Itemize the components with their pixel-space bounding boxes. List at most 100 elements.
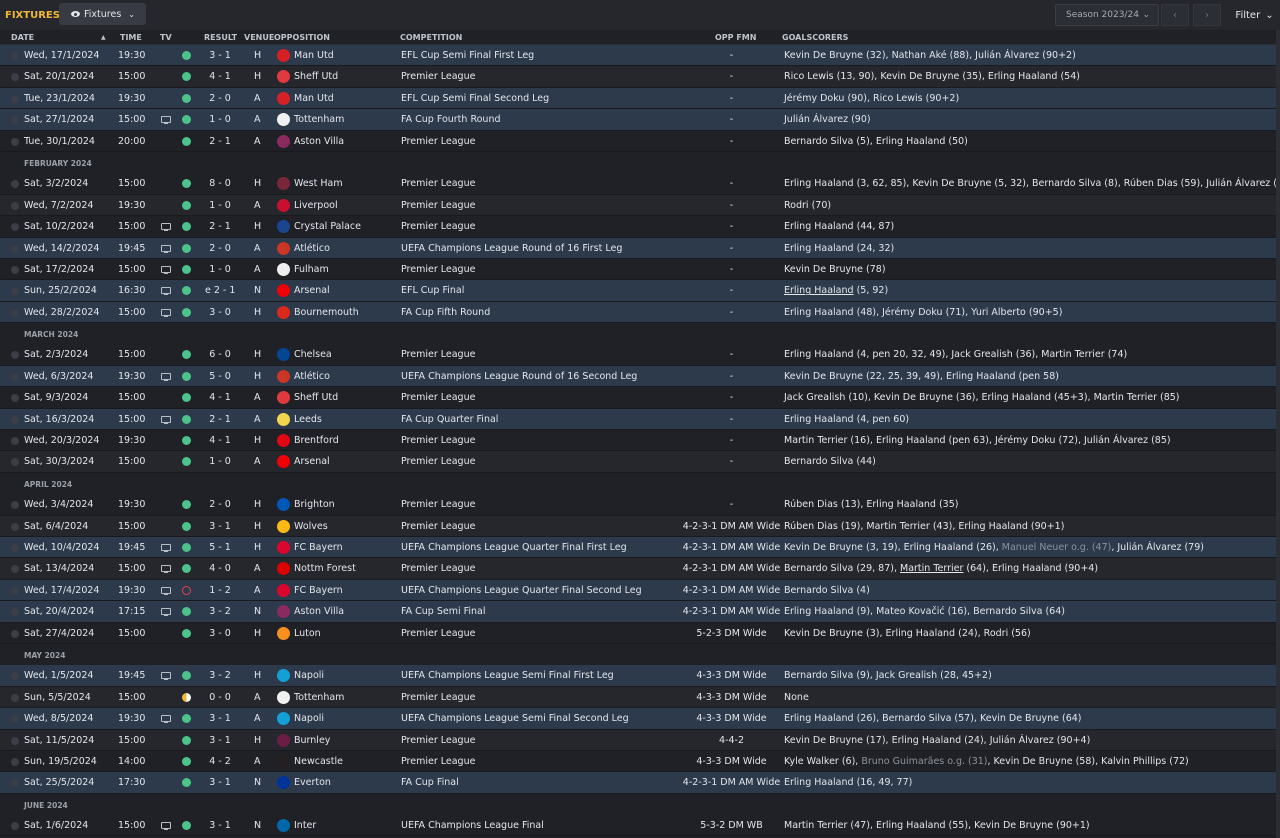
goalscorer-text[interactable]: Martin Terrier	[900, 563, 963, 574]
opposition-name[interactable]: Sheff Utd	[294, 71, 338, 82]
opposition-name[interactable]: Atlético	[294, 371, 330, 382]
column-header-competition[interactable]: COMPETITION	[400, 33, 462, 42]
competition-name[interactable]: FA Cup Fourth Round	[401, 114, 501, 125]
opposition-name[interactable]: Atlético	[294, 243, 330, 254]
opposition-name[interactable]: Aston Villa	[294, 136, 344, 147]
opposition-name[interactable]: Tottenham	[294, 692, 344, 703]
table-row[interactable]: Sat, 25/5/2024 17:30 3 - 1 N Everton FA Cup F…	[0, 772, 1280, 794]
table-row[interactable]: Sat, 3/2/2024 15:00 8 - 0 H West Ham Premier …	[0, 173, 1280, 195]
previous-button[interactable]: ‹	[1161, 4, 1189, 26]
table-row[interactable]: Wed, 7/2/2024 19:30 1 - 0 A Liverpool Premier…	[0, 194, 1280, 217]
opposition-name[interactable]: Arsenal	[294, 285, 330, 296]
opposition-name[interactable]: Man Utd	[294, 93, 334, 104]
opposition-name[interactable]: Sheff Utd	[294, 392, 338, 403]
opposition-name[interactable]: Brentford	[294, 435, 339, 446]
opposition-name[interactable]: Brighton	[294, 499, 335, 510]
competition-name[interactable]: Premier League	[401, 756, 475, 767]
opposition-name[interactable]: Wolves	[294, 521, 328, 532]
opposition-name[interactable]: Everton	[294, 777, 331, 788]
competition-name[interactable]: Premier League	[401, 692, 475, 703]
opposition-name[interactable]: Crystal Palace	[294, 221, 361, 232]
table-row[interactable]: Sat, 16/3/2024 15:00 2 - 1 A Leeds FA Cup Qua…	[0, 408, 1280, 431]
opposition-name[interactable]: Tottenham	[294, 114, 344, 125]
table-row[interactable]: Wed, 3/4/2024 19:30 2 - 0 H Brighton Premier …	[0, 494, 1280, 516]
table-row[interactable]: Sat, 20/4/2024 17:15 3 - 2 N Aston Villa FA C…	[0, 601, 1280, 623]
competition-name[interactable]: Premier League	[401, 136, 475, 147]
competition-name[interactable]: Premier League	[401, 178, 475, 189]
competition-name[interactable]: UEFA Champions League Round of 16 First …	[401, 243, 622, 254]
table-row[interactable]: Sat, 30/3/2024 15:00 1 - 0 A Arsenal Premier …	[0, 451, 1280, 473]
opposition-name[interactable]: Newcastle	[294, 756, 343, 767]
table-row[interactable]: Tue, 30/1/2024 20:00 2 - 1 A Aston Villa Prem…	[0, 131, 1280, 152]
table-row[interactable]: Tue, 23/1/2024 19:30 2 - 0 A Man Utd EFL Cup …	[0, 87, 1280, 110]
opposition-name[interactable]: Arsenal	[294, 456, 330, 467]
season-dropdown[interactable]: Season 2023/24 ⌄	[1055, 4, 1159, 26]
table-row[interactable]: Wed, 14/2/2024 19:45 2 - 0 A Atlético UEFA Ch…	[0, 237, 1280, 259]
competition-name[interactable]: FA Cup Quarter Final	[401, 414, 498, 425]
opposition-name[interactable]: Chelsea	[294, 349, 332, 360]
competition-name[interactable]: Premier League	[401, 349, 475, 360]
column-header-result[interactable]: RESULT	[204, 33, 237, 42]
competition-name[interactable]: Premier League	[401, 71, 475, 82]
table-row[interactable]: Wed, 17/1/2024 19:30 3 - 1 H Man Utd EFL Cup …	[0, 45, 1280, 67]
opposition-name[interactable]: Liverpool	[294, 200, 338, 211]
competition-name[interactable]: EFL Cup Semi Final Second Leg	[401, 93, 549, 104]
column-header-opp-fmn[interactable]: OPP FMN	[715, 33, 756, 42]
opposition-name[interactable]: Nottm Forest	[294, 563, 356, 574]
table-row[interactable]: Sat, 11/5/2024 15:00 3 - 1 H Burnley Premier …	[0, 729, 1280, 751]
competition-name[interactable]: Premier League	[401, 221, 475, 232]
table-row[interactable]: Sat, 1/6/2024 15:00 3 - 1 N Inter UEFA Champi…	[0, 815, 1280, 837]
competition-name[interactable]: EFL Cup Final	[401, 285, 464, 296]
table-row[interactable]: Wed, 1/5/2024 19:45 3 - 2 H Napoli UEFA Champ…	[0, 665, 1280, 687]
table-row[interactable]: Wed, 6/3/2024 19:30 5 - 0 H Atlético UEFA Cha…	[0, 365, 1280, 388]
column-header-goalscorers[interactable]: GOALSCORERS	[782, 33, 848, 42]
opposition-name[interactable]: FC Bayern	[294, 585, 343, 596]
table-row[interactable]: Sat, 9/3/2024 15:00 4 - 1 A Sheff Utd Premier…	[0, 387, 1280, 409]
next-button[interactable]: ›	[1193, 4, 1221, 26]
column-header-venue[interactable]: VENUE	[244, 33, 274, 42]
table-row[interactable]: Sat, 27/1/2024 15:00 1 - 0 A Tottenham FA Cup…	[0, 109, 1280, 131]
competition-name[interactable]: FA Cup Fifth Round	[401, 307, 490, 318]
opposition-name[interactable]: Bournemouth	[294, 307, 359, 318]
opposition-name[interactable]: Napoli	[294, 713, 324, 724]
competition-name[interactable]: Premier League	[401, 264, 475, 275]
table-row[interactable]: Sun, 5/5/2024 15:00 0 - 0 A Tottenham Premier…	[0, 686, 1280, 709]
competition-name[interactable]: Premier League	[401, 435, 475, 446]
table-row[interactable]: Sat, 17/2/2024 15:00 1 - 0 A Fulham Premier L…	[0, 259, 1280, 281]
opposition-name[interactable]: Napoli	[294, 670, 324, 681]
competition-name[interactable]: UEFA Champions League Quarter Final Firs…	[401, 542, 627, 553]
competition-name[interactable]: Premier League	[401, 499, 475, 510]
competition-name[interactable]: UEFA Champions League Final	[401, 820, 544, 831]
table-row[interactable]: Sat, 6/4/2024 15:00 3 - 1 H Wolves Premier Le…	[0, 515, 1280, 537]
competition-name[interactable]: FA Cup Final	[401, 777, 459, 788]
column-header-opposition[interactable]: OPPOSITION	[274, 33, 330, 42]
opposition-name[interactable]: Leeds	[294, 414, 322, 425]
opposition-name[interactable]: Aston Villa	[294, 606, 344, 617]
table-row[interactable]: Sat, 2/3/2024 15:00 6 - 0 H Chelsea Premier L…	[0, 344, 1280, 366]
table-row[interactable]: Wed, 17/4/2024 19:30 1 - 2 A FC Bayern UEFA C…	[0, 579, 1280, 602]
opposition-name[interactable]: Burnley	[294, 735, 330, 746]
competition-name[interactable]: Premier League	[401, 392, 475, 403]
competition-name[interactable]: Premier League	[401, 456, 475, 467]
table-row[interactable]: Sat, 20/1/2024 15:00 4 - 1 H Sheff Utd Premie…	[0, 66, 1280, 88]
column-header-time[interactable]: TIME	[120, 33, 142, 42]
filter-button[interactable]: Filter ⌄	[1229, 4, 1280, 26]
scrollbar[interactable]	[1276, 30, 1280, 838]
table-row[interactable]: Sun, 19/5/2024 14:00 4 - 2 A Newcastle Premie…	[0, 751, 1280, 773]
table-row[interactable]: Sat, 13/4/2024 15:00 4 - 0 A Nottm Forest Pre…	[0, 558, 1280, 580]
opposition-name[interactable]: Fulham	[294, 264, 329, 275]
competition-name[interactable]: UEFA Champions League Quarter Final Seco…	[401, 585, 642, 596]
competition-name[interactable]: UEFA Champions League Semi Final Second …	[401, 713, 629, 724]
opposition-name[interactable]: Inter	[294, 820, 316, 831]
table-row[interactable]: Wed, 20/3/2024 19:30 4 - 1 H Brentford Premie…	[0, 430, 1280, 452]
competition-name[interactable]: Premier League	[401, 563, 475, 574]
opposition-name[interactable]: West Ham	[294, 178, 343, 189]
column-header-tv[interactable]: TV	[160, 33, 172, 42]
competition-name[interactable]: Premier League	[401, 521, 475, 532]
view-selector-button[interactable]: Fixtures ⌄	[59, 3, 146, 25]
competition-name[interactable]: EFL Cup Semi Final First Leg	[401, 50, 534, 61]
competition-name[interactable]: Premier League	[401, 200, 475, 211]
competition-name[interactable]: FA Cup Semi Final	[401, 606, 486, 617]
table-row[interactable]: Sat, 27/4/2024 15:00 3 - 0 H Luton Premier Le…	[0, 623, 1280, 644]
opposition-name[interactable]: FC Bayern	[294, 542, 343, 553]
